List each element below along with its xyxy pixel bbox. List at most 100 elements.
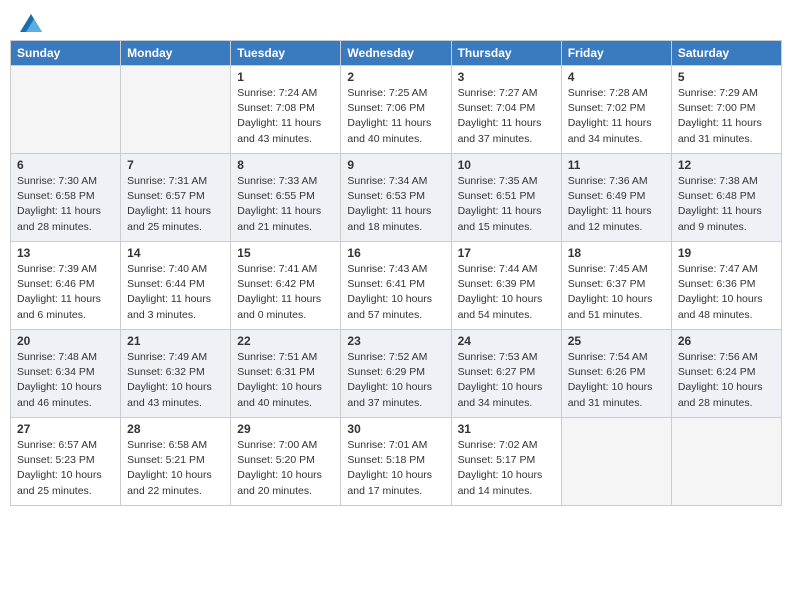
calendar-cell: 30Sunrise: 7:01 AMSunset: 5:18 PMDayligh… <box>341 418 451 506</box>
calendar-cell: 5 Sunrise: 7:29 AMSunset: 7:00 PMDaylight… <box>671 66 781 154</box>
header-row: SundayMondayTuesdayWednesdayThursdayFrid… <box>11 41 782 66</box>
week-row-2: 6 Sunrise: 7:30 AMSunset: 6:58 PMDaylight… <box>11 154 782 242</box>
day-number: 23 <box>347 334 444 348</box>
day-number: 25 <box>568 334 665 348</box>
day-number: 16 <box>347 246 444 260</box>
calendar-cell: 29 Sunrise: 7:00 AMSunset: 5:20 PMDayligh… <box>231 418 341 506</box>
day-info: Sunrise: 7:25 AMSunset: 7:06 PMDaylight:… <box>347 86 444 147</box>
day-number: 27 <box>17 422 114 436</box>
calendar-cell <box>121 66 231 154</box>
day-info: Sunrise: 7:24 AMSunset: 7:08 PMDaylight:… <box>237 86 334 147</box>
day-info: Sunrise: 7:40 AMSunset: 6:44 PMDaylight:… <box>127 262 224 323</box>
day-info: Sunrise: 7:27 AMSunset: 7:04 PMDaylight:… <box>458 86 555 147</box>
calendar-cell: 13 Sunrise: 7:39 AMSunset: 6:46 PMDayligh… <box>11 242 121 330</box>
day-info: Sunrise: 7:39 AMSunset: 6:46 PMDaylight:… <box>17 262 114 323</box>
calendar-header: SundayMondayTuesdayWednesdayThursdayFrid… <box>11 41 782 66</box>
day-number: 2 <box>347 70 444 84</box>
calendar-cell: 31Sunrise: 7:02 AMSunset: 5:17 PMDayligh… <box>451 418 561 506</box>
calendar-cell: 1 Sunrise: 7:24 AMSunset: 7:08 PMDaylight… <box>231 66 341 154</box>
calendar-cell <box>671 418 781 506</box>
day-info: Sunrise: 7:30 AMSunset: 6:58 PMDaylight:… <box>17 174 114 235</box>
day-info: Sunrise: 6:58 AMSunset: 5:21 PMDaylight:… <box>127 438 224 499</box>
day-info: Sunrise: 7:47 AMSunset: 6:36 PMDaylight:… <box>678 262 775 323</box>
header-cell-sunday: Sunday <box>11 41 121 66</box>
header-cell-tuesday: Tuesday <box>231 41 341 66</box>
day-number: 6 <box>17 158 114 172</box>
day-info: Sunrise: 7:31 AMSunset: 6:57 PMDaylight:… <box>127 174 224 235</box>
calendar-cell: 21 Sunrise: 7:49 AMSunset: 6:32 PMDayligh… <box>121 330 231 418</box>
day-number: 19 <box>678 246 775 260</box>
day-number: 3 <box>458 70 555 84</box>
day-info: Sunrise: 7:51 AMSunset: 6:31 PMDaylight:… <box>237 350 334 411</box>
day-info: Sunrise: 7:43 AMSunset: 6:41 PMDaylight:… <box>347 262 444 323</box>
calendar-cell: 9 Sunrise: 7:34 AMSunset: 6:53 PMDaylight… <box>341 154 451 242</box>
day-number: 29 <box>237 422 334 436</box>
day-info: Sunrise: 7:41 AMSunset: 6:42 PMDaylight:… <box>237 262 334 323</box>
day-number: 24 <box>458 334 555 348</box>
day-number: 20 <box>17 334 114 348</box>
day-info: Sunrise: 7:49 AMSunset: 6:32 PMDaylight:… <box>127 350 224 411</box>
day-info: Sunrise: 7:53 AMSunset: 6:27 PMDaylight:… <box>458 350 555 411</box>
week-row-1: 1 Sunrise: 7:24 AMSunset: 7:08 PMDaylight… <box>11 66 782 154</box>
calendar-cell: 2 Sunrise: 7:25 AMSunset: 7:06 PMDaylight… <box>341 66 451 154</box>
day-number: 7 <box>127 158 224 172</box>
header-cell-thursday: Thursday <box>451 41 561 66</box>
calendar-cell: 11Sunrise: 7:36 AMSunset: 6:49 PMDayligh… <box>561 154 671 242</box>
logo-icon <box>20 14 42 32</box>
day-info: Sunrise: 7:33 AMSunset: 6:55 PMDaylight:… <box>237 174 334 235</box>
day-info: Sunrise: 7:56 AMSunset: 6:24 PMDaylight:… <box>678 350 775 411</box>
day-number: 1 <box>237 70 334 84</box>
day-number: 8 <box>237 158 334 172</box>
day-info: Sunrise: 7:28 AMSunset: 7:02 PMDaylight:… <box>568 86 665 147</box>
header <box>10 10 782 32</box>
calendar-cell: 10 Sunrise: 7:35 AMSunset: 6:51 PMDayligh… <box>451 154 561 242</box>
day-number: 5 <box>678 70 775 84</box>
week-row-5: 27 Sunrise: 6:57 AMSunset: 5:23 PMDayligh… <box>11 418 782 506</box>
calendar-cell: 19 Sunrise: 7:47 AMSunset: 6:36 PMDayligh… <box>671 242 781 330</box>
day-info: Sunrise: 7:54 AMSunset: 6:26 PMDaylight:… <box>568 350 665 411</box>
day-info: Sunrise: 7:00 AMSunset: 5:20 PMDaylight:… <box>237 438 334 499</box>
day-number: 12 <box>678 158 775 172</box>
week-row-4: 20 Sunrise: 7:48 AMSunset: 6:34 PMDayligh… <box>11 330 782 418</box>
calendar-cell: 26 Sunrise: 7:56 AMSunset: 6:24 PMDayligh… <box>671 330 781 418</box>
calendar-cell: 6 Sunrise: 7:30 AMSunset: 6:58 PMDaylight… <box>11 154 121 242</box>
day-info: Sunrise: 7:36 AMSunset: 6:49 PMDaylight:… <box>568 174 665 235</box>
day-number: 15 <box>237 246 334 260</box>
day-info: Sunrise: 7:38 AMSunset: 6:48 PMDaylight:… <box>678 174 775 235</box>
day-number: 26 <box>678 334 775 348</box>
day-number: 4 <box>568 70 665 84</box>
calendar-cell: 20 Sunrise: 7:48 AMSunset: 6:34 PMDayligh… <box>11 330 121 418</box>
day-info: Sunrise: 7:29 AMSunset: 7:00 PMDaylight:… <box>678 86 775 147</box>
day-info: Sunrise: 7:45 AMSunset: 6:37 PMDaylight:… <box>568 262 665 323</box>
week-row-3: 13 Sunrise: 7:39 AMSunset: 6:46 PMDayligh… <box>11 242 782 330</box>
calendar-cell: 8 Sunrise: 7:33 AMSunset: 6:55 PMDaylight… <box>231 154 341 242</box>
day-number: 9 <box>347 158 444 172</box>
calendar-cell: 15 Sunrise: 7:41 AMSunset: 6:42 PMDayligh… <box>231 242 341 330</box>
day-info: Sunrise: 7:35 AMSunset: 6:51 PMDaylight:… <box>458 174 555 235</box>
day-number: 30 <box>347 422 444 436</box>
calendar-cell <box>561 418 671 506</box>
day-number: 21 <box>127 334 224 348</box>
calendar-cell: 23Sunrise: 7:52 AMSunset: 6:29 PMDayligh… <box>341 330 451 418</box>
logo <box>18 14 42 28</box>
calendar-table: SundayMondayTuesdayWednesdayThursdayFrid… <box>10 40 782 506</box>
day-number: 14 <box>127 246 224 260</box>
day-info: Sunrise: 7:44 AMSunset: 6:39 PMDaylight:… <box>458 262 555 323</box>
day-info: Sunrise: 7:48 AMSunset: 6:34 PMDaylight:… <box>17 350 114 411</box>
calendar-cell: 28Sunrise: 6:58 AMSunset: 5:21 PMDayligh… <box>121 418 231 506</box>
calendar-cell: 16 Sunrise: 7:43 AMSunset: 6:41 PMDayligh… <box>341 242 451 330</box>
day-number: 13 <box>17 246 114 260</box>
day-number: 10 <box>458 158 555 172</box>
calendar-cell: 3 Sunrise: 7:27 AMSunset: 7:04 PMDaylight… <box>451 66 561 154</box>
calendar-body: 1 Sunrise: 7:24 AMSunset: 7:08 PMDaylight… <box>11 66 782 506</box>
calendar-cell: 24 Sunrise: 7:53 AMSunset: 6:27 PMDayligh… <box>451 330 561 418</box>
day-info: Sunrise: 7:34 AMSunset: 6:53 PMDaylight:… <box>347 174 444 235</box>
day-number: 18 <box>568 246 665 260</box>
calendar-cell: 18 Sunrise: 7:45 AMSunset: 6:37 PMDayligh… <box>561 242 671 330</box>
day-number: 22 <box>237 334 334 348</box>
day-info: Sunrise: 6:57 AMSunset: 5:23 PMDaylight:… <box>17 438 114 499</box>
calendar-cell <box>11 66 121 154</box>
header-cell-friday: Friday <box>561 41 671 66</box>
calendar-cell: 22 Sunrise: 7:51 AMSunset: 6:31 PMDayligh… <box>231 330 341 418</box>
calendar-cell: 17Sunrise: 7:44 AMSunset: 6:39 PMDayligh… <box>451 242 561 330</box>
